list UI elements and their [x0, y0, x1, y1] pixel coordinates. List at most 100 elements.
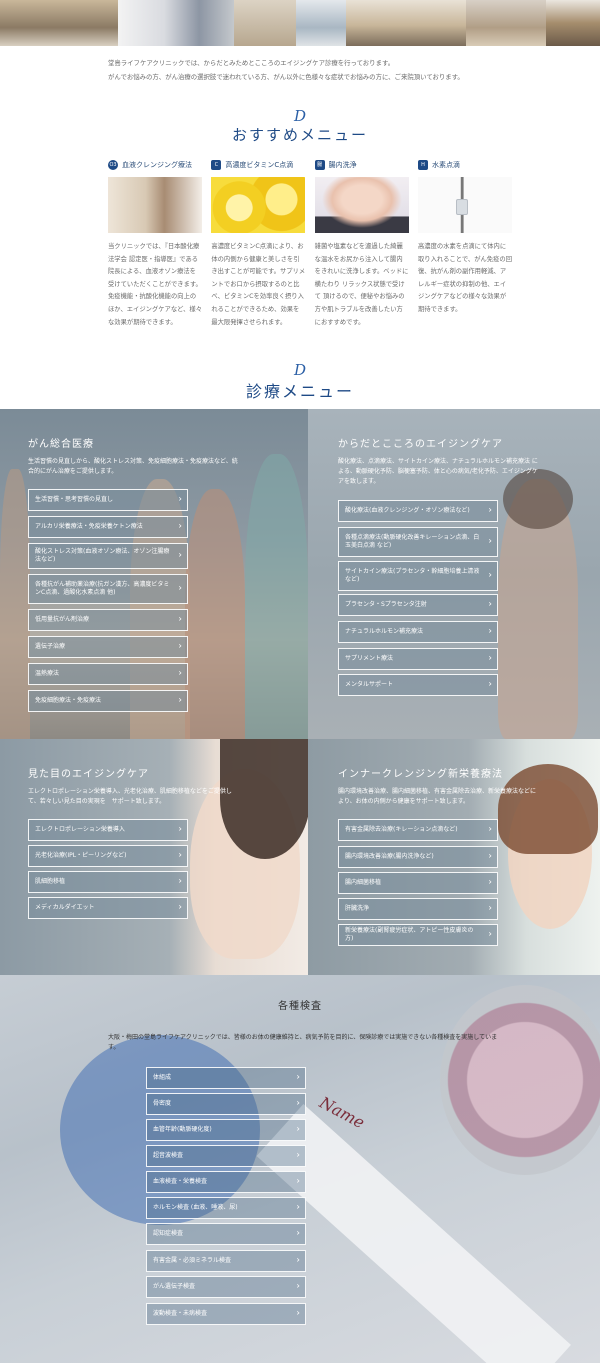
button-label: 超音波検査 — [153, 1152, 184, 1159]
looks-menu-button[interactable]: エレクトロポレーション栄養導入 › — [28, 819, 188, 841]
cancer-menu-button[interactable]: 生活習慣・思考習慣の見直し › — [28, 489, 188, 511]
button-label: 腸内細菌移植 — [345, 879, 382, 886]
test-menu-button[interactable]: 血液検査・栄養検査 › — [146, 1171, 306, 1193]
chevron-right-icon: › — [296, 1228, 300, 1239]
chevron-right-icon: › — [296, 1176, 300, 1187]
button-label: 認知症検査 — [153, 1230, 184, 1237]
blood-cleansing-photo — [108, 177, 202, 233]
body-mind-menu-button[interactable]: サイトカイン療法(プラセンタ・幹細胞培養上清液 など) › — [338, 561, 498, 591]
test-menu-button[interactable]: 血管年齢(動脈硬化度) › — [146, 1119, 306, 1141]
person-3 — [185, 489, 245, 739]
looks-menu-button[interactable]: メディカルダイエット › — [28, 897, 188, 919]
test-menu-button[interactable]: ホルモン検査 (血液、唾液、尿) › — [146, 1197, 306, 1219]
cancer-menu-button[interactable]: アルカリ栄養療法・免疫栄養ケトン療法 › — [28, 516, 188, 538]
test-menu-button[interactable]: 骨密度 › — [146, 1093, 306, 1115]
recommend-item-hydrogen-drip[interactable]: H 水素点滴 高濃度の水素を点滴にて体内に取り入れることで、がん免疫の回復、抗が… — [417, 158, 512, 329]
body-mind-menu-button[interactable]: 酸化療法(血液クレンジング・オゾン療法など) › — [338, 500, 498, 522]
chevron-right-icon: › — [296, 1281, 300, 1292]
looks-desc: エレクトロポレーション栄養導入、光老化治療、肌細胞移植などをご提供して、若々しい… — [28, 788, 232, 805]
body-mind-menu-button[interactable]: メンタルサポート › — [338, 674, 498, 696]
chevron-right-icon: › — [488, 929, 492, 940]
doctor-photo — [296, 0, 346, 46]
chevron-right-icon: › — [488, 653, 492, 664]
button-label: 血液検査・栄養検査 — [153, 1178, 208, 1185]
clinic-logo-icon: D — [293, 361, 307, 379]
recommend-item-header: H 水素点滴 — [417, 158, 512, 172]
inner-menu-button[interactable]: 肝臓洗浄 › — [338, 898, 498, 920]
test-menu-button[interactable]: 波動検査・未病検査 › — [146, 1303, 306, 1325]
recommend-item-text: 当クリニックでは、『日本酸化療法学会 認定医・指導医』である院長による、血液オゾ… — [108, 243, 203, 326]
chevron-right-icon: › — [296, 1255, 300, 1266]
looks-menu-button[interactable]: 肌細胞移植 › — [28, 871, 188, 893]
body-mind-menu-button[interactable]: 各種点滴療法(動脈硬化改善キレーション点滴、白玉美白点滴 など) › — [338, 527, 498, 557]
inner-menu-button[interactable]: 新栄養療法(副腎疲労症状、アトピー性皮膚炎の方) › — [338, 924, 498, 946]
tests-title: 各種検査 — [278, 1001, 322, 1012]
body-mind-menu-button[interactable]: サプリメント療法 › — [338, 648, 498, 670]
chevron-right-icon: › — [488, 877, 492, 888]
recommend-item-label: 水素点滴 — [431, 161, 460, 169]
button-label: 光老化治療(IPL・ピーリングなど) — [35, 852, 127, 859]
button-label: 温熱療法 — [35, 670, 60, 677]
chevron-right-icon: › — [296, 1202, 300, 1213]
button-label: がん遺伝子検査 — [153, 1283, 196, 1290]
test-menu-button[interactable]: 認知症検査 › — [146, 1223, 306, 1245]
button-label: 低用量抗がん剤治療 — [35, 616, 90, 623]
button-label: 酸化ストレス対策(血液オゾン療法、オゾン注腸療法など) — [35, 548, 170, 563]
cancer-care-desc: 生活習慣の見直しから、酸化ストレス対策、免疫細胞療法・免疫療法など、統合的にがん… — [28, 458, 238, 475]
cancer-menu-button[interactable]: 免疫細胞療法・免疫療法 › — [28, 690, 188, 712]
lounge-photo — [0, 0, 118, 46]
recommend-title: おすすめメニュー — [231, 126, 368, 144]
looks-menu-button[interactable]: 光老化治療(IPL・ピーリングなど) › — [28, 845, 188, 867]
inner-cleansing-panel: インナークレンジング新栄養療法 腸内環境改善治療、腸内細菌移植、有害金属除去治療… — [308, 739, 600, 975]
recommend-item-colon-cleanse[interactable]: 腸 腸内洗浄 雑菌や塩素などを濾過した綺麗な温水をお尻から注入して腸内をきれいに… — [314, 158, 409, 329]
chevron-right-icon: › — [178, 521, 182, 532]
header-photo-strip — [0, 0, 600, 46]
recommend-list: O3 血液クレンジング療法 当クリニックでは、『日本酸化療法学会 認定医・指導医… — [108, 158, 512, 329]
clinic-menu-title: 診療メニュー — [245, 382, 354, 401]
chevron-right-icon: › — [488, 536, 492, 547]
cancer-menu-button[interactable]: 温熱療法 › — [28, 663, 188, 685]
button-label: 波動検査・未病検査 — [153, 1310, 208, 1317]
recommend-item-vitamin-c[interactable]: C 高濃度ビタミンC点滴 高濃度ビタミンC点滴により、お体の内側から健康と美しさ… — [211, 158, 306, 329]
intro-line-1: 堂島ライフケアクリニックでは、からだとみためとこころのエイジングケア診療を行って… — [108, 59, 395, 67]
chevron-right-icon: › — [488, 851, 492, 862]
button-label: メディカルダイエット — [35, 904, 95, 911]
test-menu-button[interactable]: 超音波検査 › — [146, 1145, 306, 1167]
body-mind-menu-button[interactable]: ナチュラルホルモン補充療法 › — [338, 621, 498, 643]
cancer-menu-button[interactable]: 遺伝子治療 › — [28, 636, 188, 658]
hair-shape — [498, 764, 598, 854]
body-mind-panel: からだとこころのエイジングケア 酸化療法、点滴療法、サイトカイン療法、ナチュラル… — [308, 409, 600, 739]
inner-menu-button[interactable]: 腸内環境改善治療(腸内洗浄など) › — [338, 846, 498, 868]
colon-icon: 腸 — [314, 160, 325, 170]
cancer-menu-button[interactable]: 各種抗がん補助薬治療(抗ガン漢方、高濃度ビタミンC点滴、過酸化水素点滴 他) › — [28, 574, 188, 604]
clinic-logo-icon: D — [293, 107, 307, 125]
chevron-right-icon: › — [178, 824, 182, 835]
test-menu-button[interactable]: がん遺伝子検査 › — [146, 1276, 306, 1298]
chevron-right-icon: › — [488, 824, 492, 835]
reception-photo — [118, 0, 234, 46]
test-menu-button[interactable]: 有害金属・必須ミネラル検査 › — [146, 1250, 306, 1272]
recommend-item-header: O3 血液クレンジング療法 — [108, 158, 202, 172]
lemon-photo — [211, 177, 306, 233]
cancer-menu-button[interactable]: 低用量抗がん剤治療 › — [28, 609, 188, 631]
stethoscope-shape — [440, 985, 600, 1175]
recommend-item-text: 高濃度ビタミンC点滴により、お体の内側から健康と美しさを引き出すことが可能です。… — [211, 243, 306, 326]
inner-menu-button[interactable]: 有害金属除去治療(キレーション点滴など) › — [338, 819, 498, 841]
chevron-right-icon: › — [488, 903, 492, 914]
recommend-item-label: 血液クレンジング療法 — [122, 161, 192, 169]
cancer-menu-button[interactable]: 酸化ストレス対策(血液オゾン療法、オゾン注腸療法など) › — [28, 543, 188, 569]
button-label: 各種点滴療法(動脈硬化改善キレーション点滴、白玉美白点滴 など) — [345, 534, 480, 549]
recommend-item-label: 高濃度ビタミンC点滴 — [225, 161, 294, 169]
body-mind-menu-button[interactable]: プラセンタ・Sプラセンタ注射 › — [338, 594, 498, 616]
chevron-right-icon: › — [178, 902, 182, 913]
button-label: 肝臓洗浄 — [345, 905, 370, 912]
button-label: ナチュラルホルモン補充療法 — [345, 628, 424, 635]
chevron-right-icon: › — [178, 850, 182, 861]
test-menu-button[interactable]: 体組成 › — [146, 1067, 306, 1089]
inner-menu-button[interactable]: 腸内細菌移植 › — [338, 872, 498, 894]
recommend-item-blood-cleansing[interactable]: O3 血液クレンジング療法 当クリニックでは、『日本酸化療法学会 認定医・指導医… — [108, 158, 202, 329]
button-label: 遺伝子治療 — [35, 643, 66, 650]
intro-line-2: がんでお悩みの方、がん治療の選択肢で迷われている方、がん以外に色様々な症状でお悩… — [108, 73, 464, 81]
tests-panel: Name 各種検査 大阪・梅田の堂島ライフケアクリニックでは、皆様のお体の健康維… — [0, 975, 600, 1363]
chevron-right-icon: › — [296, 1150, 300, 1161]
